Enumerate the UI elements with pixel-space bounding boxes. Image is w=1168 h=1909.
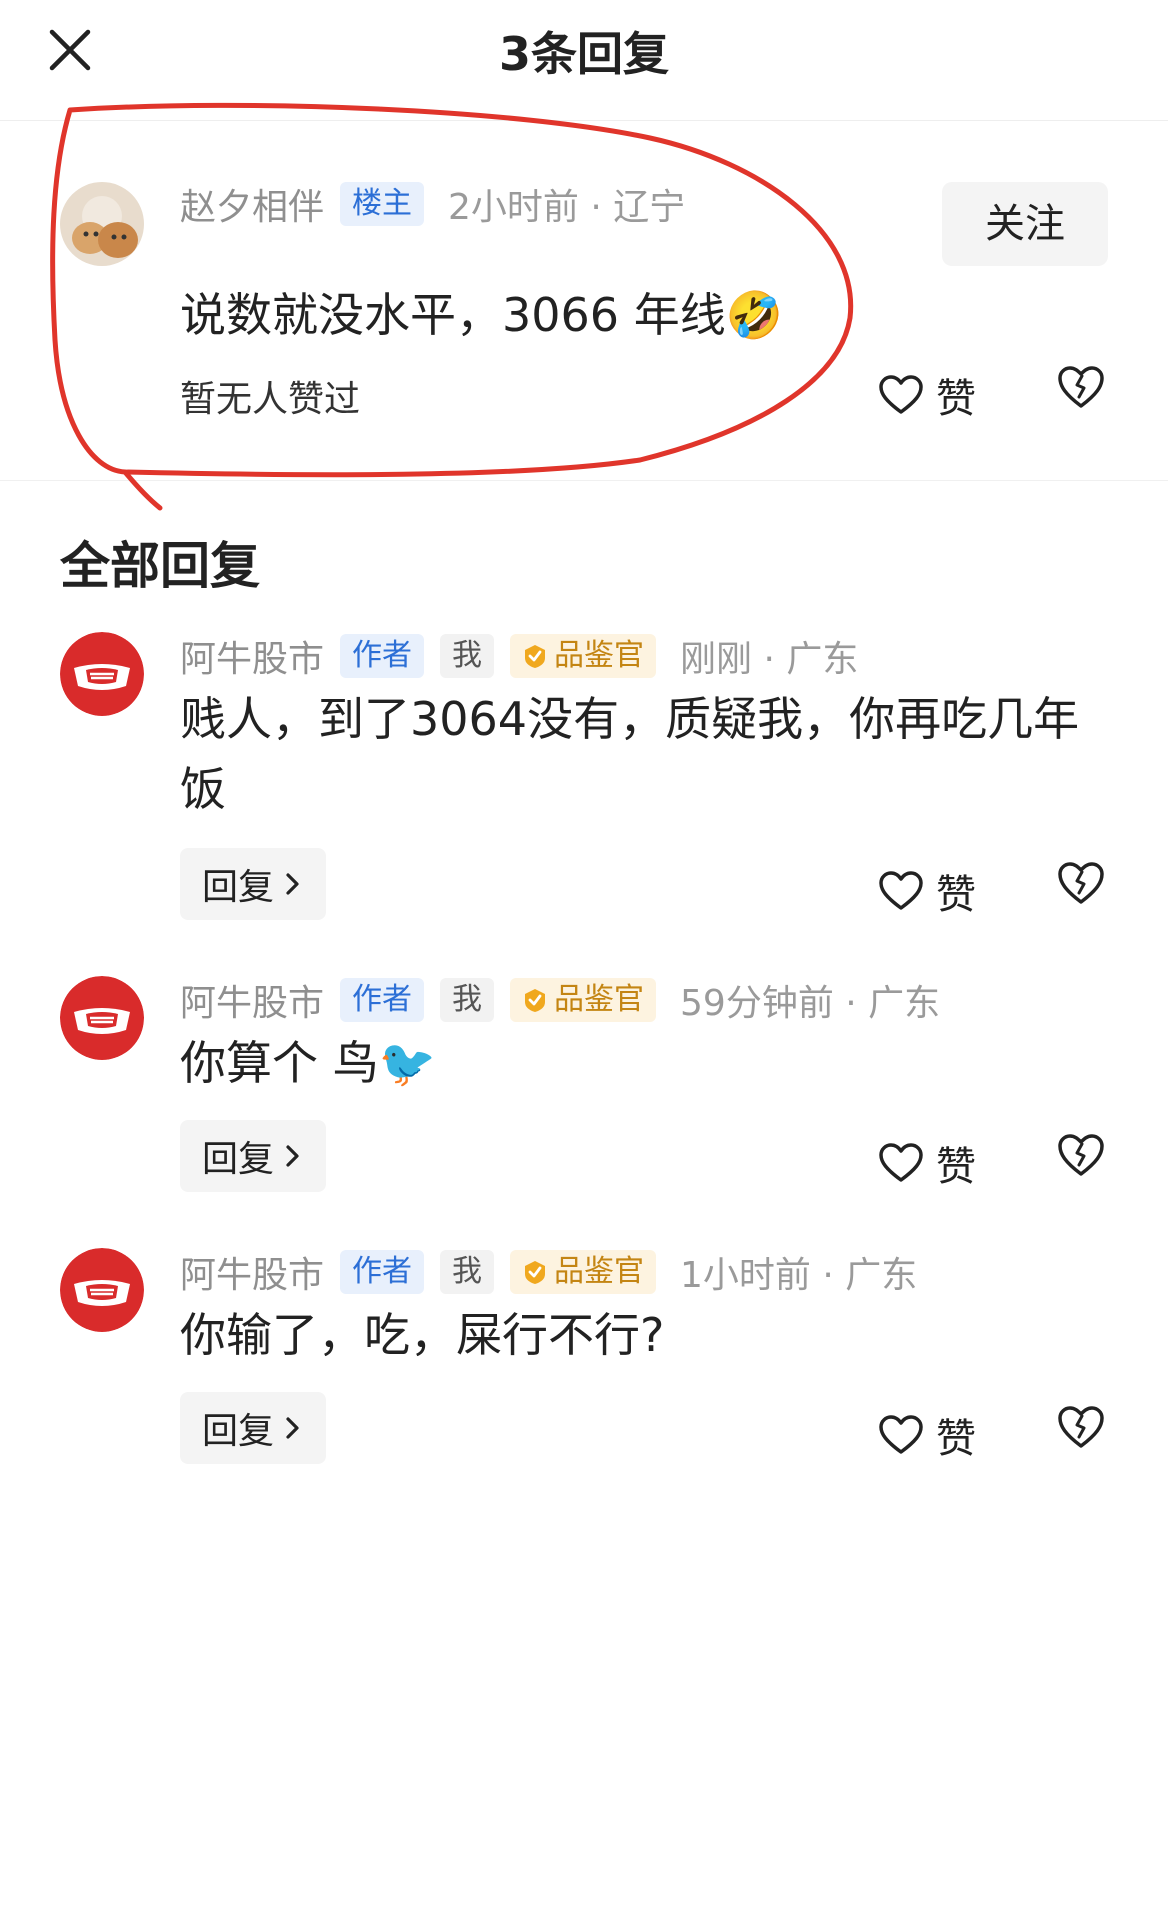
me-badge: 我 [440,1250,495,1294]
comment-meta: 阿牛股市 作者 我 品鉴官 1小时前 · 广东 [180,1246,917,1298]
reply-button[interactable]: 回复 [180,1120,326,1192]
comment-meta: 阿牛股市 作者 我 品鉴官 59分钟前 · 广东 [180,974,940,1026]
like-label: 赞 [936,1416,976,1462]
critic-badge: 品鉴官 [510,978,657,1022]
me-badge: 我 [440,978,495,1022]
comment-text: 贱人，到了3064没有，质疑我，你再吃几年饭 [180,692,1080,816]
avatar[interactable] [60,976,144,1060]
reply-label: 回复 [201,867,274,908]
reply-label: 回复 [201,1139,274,1180]
time-location: 刚刚 · 广东 [680,639,859,680]
heart-icon [879,1415,923,1454]
comment-text: 说数就没水平，3066 年线🤣 [180,288,783,342]
time-location: 1小时前 · 广东 [680,1255,918,1296]
critic-badge: 品鉴官 [510,634,657,678]
author-badge: 作者 [340,1250,425,1294]
follow-button[interactable]: 关注 [942,182,1108,266]
broken-heart-icon[interactable] [1056,1404,1106,1450]
op-badge: 楼主 [340,182,425,226]
reply-button[interactable]: 回复 [180,1392,326,1464]
likes-status: 暂无人赞过 [180,379,361,420]
comment-text: 你输了，吃，屎行不行? [180,1308,665,1362]
username[interactable]: 阿牛股市 [180,974,324,1026]
top-bar: 3条回复 [0,0,1168,121]
broken-heart-icon[interactable] [1056,364,1106,410]
username[interactable]: 阿牛股市 [180,1246,324,1298]
username[interactable]: 赵夕相伴 [180,178,324,230]
heart-icon [879,375,923,414]
reply-label: 回复 [201,1411,274,1452]
like-button[interactable]: 赞 [878,366,976,424]
like-label: 赞 [936,376,976,422]
avatar[interactable] [60,182,144,266]
check-badge-icon [525,1261,546,1284]
chevron-right-icon [286,1145,299,1167]
main-comment: 赵夕相伴 楼主 2小时前 · 辽宁 关注 说数就没水平，3066 年线🤣 暂无人… [0,120,1168,481]
author-badge: 作者 [340,978,425,1022]
like-button[interactable]: 赞 [878,862,976,920]
me-badge: 我 [440,634,495,678]
critic-badge-label: 品鉴官 [554,982,645,1017]
check-badge-icon [525,645,546,668]
username[interactable]: 阿牛股市 [180,630,324,682]
comment-text: 你算个 鸟🐦 [180,1036,436,1090]
broken-heart-icon[interactable] [1056,860,1106,906]
heart-icon [879,871,923,910]
critic-badge-label: 品鉴官 [554,638,645,673]
chevron-right-icon [286,1417,299,1439]
like-label: 赞 [936,872,976,918]
heart-icon [879,1143,923,1182]
page-title: 3条回复 [498,27,669,81]
avatar[interactable] [60,632,144,716]
time-location: 2小时前 · 辽宁 [448,187,686,228]
author-badge: 作者 [340,634,425,678]
like-button[interactable]: 赞 [878,1406,976,1464]
comment-meta: 赵夕相伴 楼主 2小时前 · 辽宁 [180,178,685,230]
chevron-right-icon [286,873,299,895]
critic-badge-label: 品鉴官 [554,1254,645,1289]
reply-button[interactable]: 回复 [180,848,326,920]
like-label: 赞 [936,1144,976,1190]
comment-meta: 阿牛股市 作者 我 品鉴官 刚刚 · 广东 [180,630,858,682]
critic-badge: 品鉴官 [510,1250,657,1294]
check-badge-icon [525,989,546,1012]
broken-heart-icon[interactable] [1056,1132,1106,1178]
time-location: 59分钟前 · 广东 [680,983,941,1024]
like-button[interactable]: 赞 [878,1134,976,1192]
section-title: 全部回复 [60,537,260,595]
avatar[interactable] [60,1248,144,1332]
